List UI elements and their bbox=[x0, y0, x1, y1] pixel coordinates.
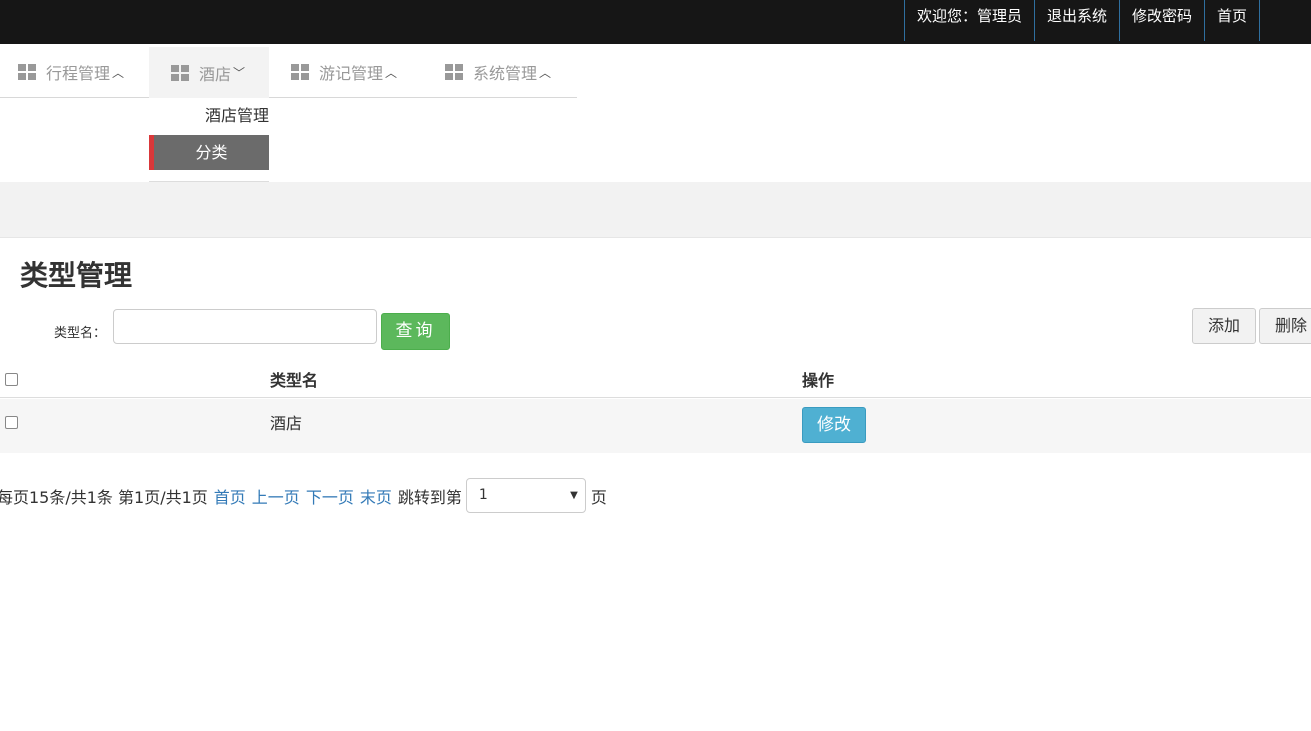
add-button[interactable]: 添加 bbox=[1192, 308, 1256, 344]
chevron-up-icon: ︿ bbox=[112, 65, 125, 80]
grid-icon bbox=[291, 64, 309, 80]
next-page-link[interactable]: 下一页 bbox=[306, 484, 354, 508]
prev-page-link[interactable]: 上一页 bbox=[252, 484, 300, 508]
nav-item-itinerary[interactable]: 行程管理 ︿ bbox=[0, 47, 149, 98]
delete-button[interactable]: 删除 bbox=[1259, 308, 1311, 344]
chevron-up-icon: ︿ bbox=[385, 65, 398, 80]
search-label: 类型名： bbox=[54, 326, 107, 341]
welcome-text: 欢迎您：管理员 bbox=[904, 0, 1034, 41]
table-header: 类型名 操作 bbox=[0, 356, 1311, 398]
nav-item-label: 系统管理 bbox=[473, 64, 538, 83]
hotel-dropdown-menu: 酒店管理 分类 bbox=[149, 98, 269, 182]
table-row: 酒店 修改 bbox=[0, 399, 1311, 453]
column-header-type-name: 类型名 bbox=[270, 371, 319, 390]
page-select-value: 1 bbox=[478, 487, 488, 503]
change-password-link[interactable]: 修改密码 bbox=[1119, 0, 1204, 41]
caret-down-icon: ▼ bbox=[570, 490, 578, 501]
grid-icon bbox=[18, 64, 36, 80]
first-page-link[interactable]: 首页 bbox=[214, 484, 246, 508]
grid-icon bbox=[171, 64, 189, 81]
query-button[interactable]: 查询 bbox=[381, 313, 450, 350]
top-links: 欢迎您：管理员 退出系统 修改密码 首页 bbox=[904, 0, 1261, 41]
page-suffix: 页 bbox=[590, 487, 607, 507]
last-page-link[interactable]: 末页 bbox=[360, 484, 392, 508]
nav-item-travelogue[interactable]: 游记管理 ︿ bbox=[269, 47, 423, 98]
header-band bbox=[0, 182, 1311, 238]
dropdown-item-hotel-management[interactable]: 酒店管理 bbox=[149, 104, 269, 128]
chevron-up-icon: ︿ bbox=[539, 65, 552, 80]
page-select[interactable]: 1 ▼ bbox=[465, 478, 586, 513]
select-all-checkbox[interactable] bbox=[5, 373, 18, 386]
column-header-actions: 操作 bbox=[802, 371, 835, 390]
nav-item-hotel[interactable]: 酒店 ﹀ bbox=[149, 47, 269, 98]
nav-item-system[interactable]: 系统管理 ︿ bbox=[423, 47, 577, 98]
type-name-search-input[interactable] bbox=[113, 309, 377, 344]
pagination-summary: 每页15条/共1条 第1页/共1页 bbox=[0, 487, 208, 507]
nav-item-label: 行程管理 bbox=[46, 64, 111, 83]
home-link[interactable]: 首页 bbox=[1204, 0, 1261, 41]
jump-label: 跳转到第 bbox=[397, 487, 462, 507]
grid-icon bbox=[445, 64, 463, 80]
pagination: 每页15条/共1条 第1页/共1页 首页 上一页 下一页 末页 跳转到第 1 ▼… bbox=[0, 478, 607, 513]
top-bar: 欢迎您：管理员 退出系统 修改密码 首页 bbox=[0, 0, 1311, 44]
logout-link[interactable]: 退出系统 bbox=[1034, 0, 1119, 41]
type-name-cell: 酒店 bbox=[270, 414, 303, 433]
row-checkbox[interactable] bbox=[5, 416, 18, 429]
nav-item-label: 酒店 bbox=[199, 64, 232, 84]
page-title: 类型管理 bbox=[20, 259, 133, 292]
dropdown-item-category[interactable]: 分类 bbox=[149, 135, 269, 170]
nav-item-label: 游记管理 bbox=[319, 64, 384, 83]
chevron-down-icon: ﹀ bbox=[233, 66, 246, 80]
edit-button[interactable]: 修改 bbox=[802, 407, 866, 443]
